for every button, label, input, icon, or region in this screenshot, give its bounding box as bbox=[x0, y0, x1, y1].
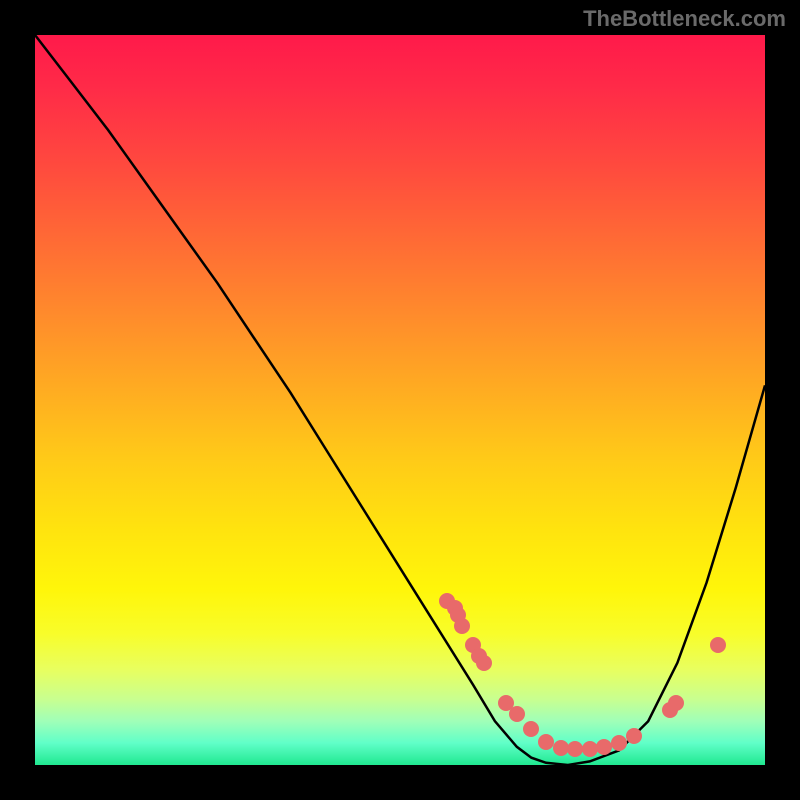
data-marker bbox=[626, 728, 642, 744]
data-marker bbox=[509, 706, 525, 722]
data-marker bbox=[668, 695, 684, 711]
data-marker bbox=[582, 741, 598, 757]
data-marker bbox=[553, 740, 569, 756]
data-marker bbox=[538, 734, 554, 750]
data-marker bbox=[710, 637, 726, 653]
data-markers-layer bbox=[35, 35, 765, 765]
data-marker bbox=[476, 655, 492, 671]
plot-area bbox=[35, 35, 765, 765]
data-marker bbox=[454, 618, 470, 634]
data-marker bbox=[567, 741, 583, 757]
watermark-text: TheBottleneck.com bbox=[583, 6, 786, 32]
data-marker bbox=[596, 739, 612, 755]
data-marker bbox=[611, 735, 627, 751]
data-marker bbox=[523, 721, 539, 737]
